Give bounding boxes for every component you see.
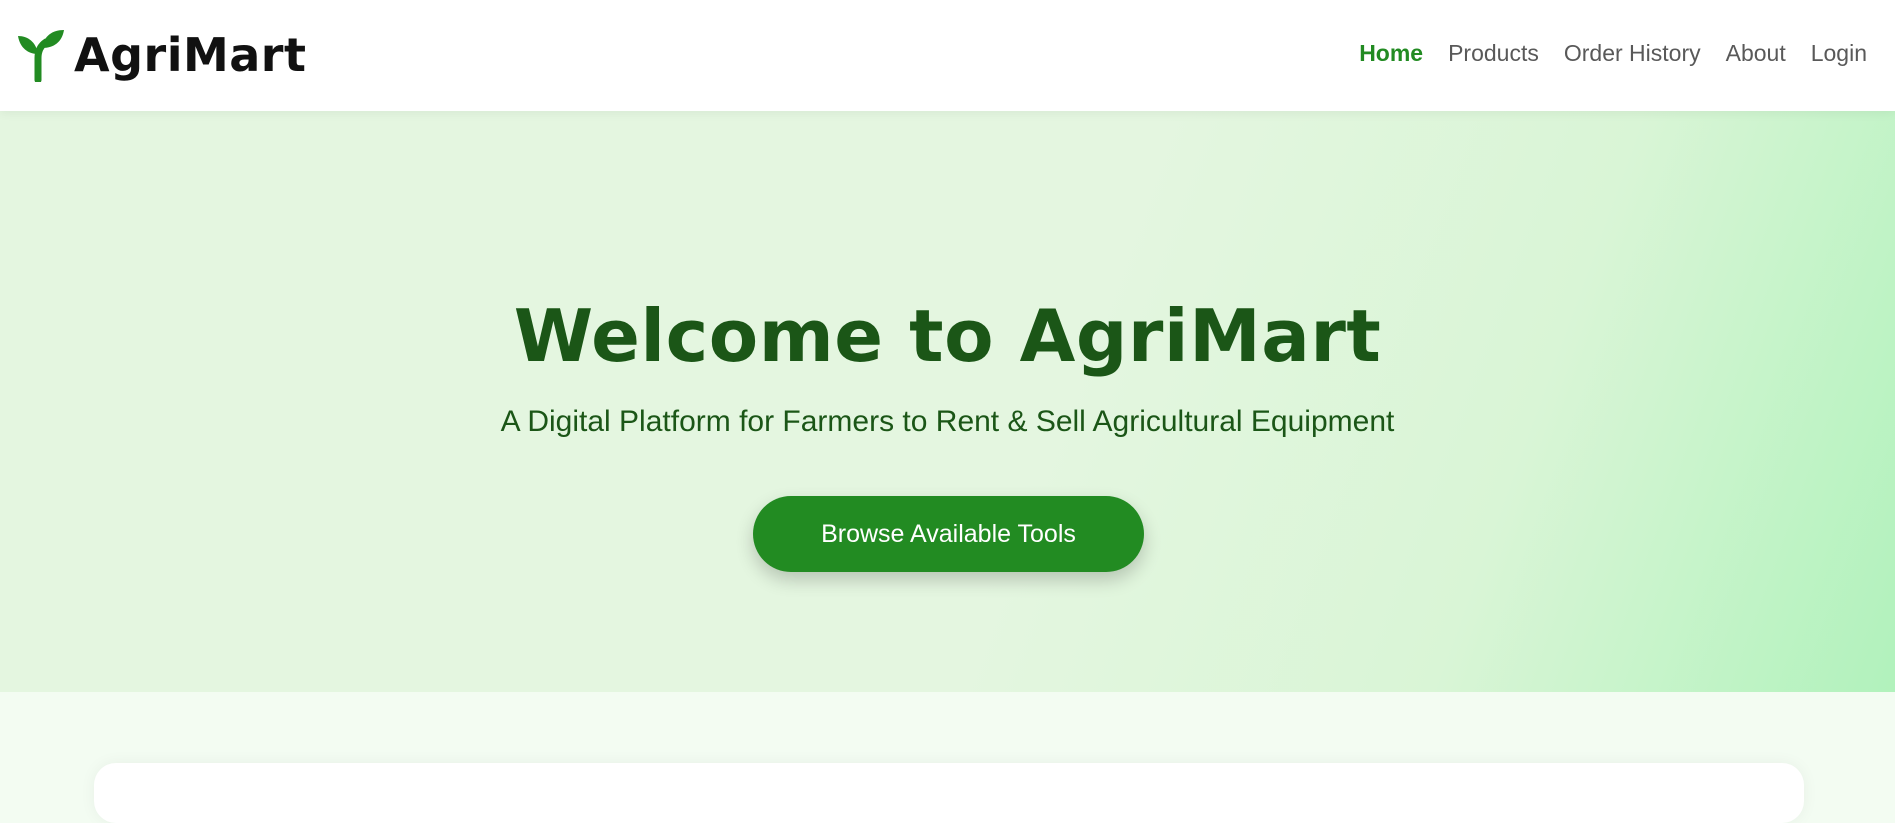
nav-order-history[interactable]: Order History: [1564, 40, 1701, 67]
main-nav: Home Products Order History About Login: [1359, 40, 1867, 67]
content-card: [94, 763, 1804, 823]
nav-products[interactable]: Products: [1448, 40, 1539, 67]
top-navbar: AgriMart Home Products Order History Abo…: [0, 0, 1895, 111]
brand-name: AgriMart: [74, 28, 307, 82]
nav-login[interactable]: Login: [1811, 40, 1867, 67]
nav-home[interactable]: Home: [1359, 40, 1423, 67]
nav-about[interactable]: About: [1726, 40, 1786, 67]
hero-section: Welcome to AgriMart A Digital Platform f…: [0, 111, 1895, 692]
brand-logo[interactable]: AgriMart: [16, 26, 306, 84]
hero-title: Welcome to AgriMart: [513, 294, 1382, 378]
hero-subtitle: A Digital Platform for Farmers to Rent &…: [500, 405, 1395, 438]
sprout-icon: [16, 28, 64, 82]
browse-tools-button[interactable]: Browse Available Tools: [753, 496, 1144, 572]
